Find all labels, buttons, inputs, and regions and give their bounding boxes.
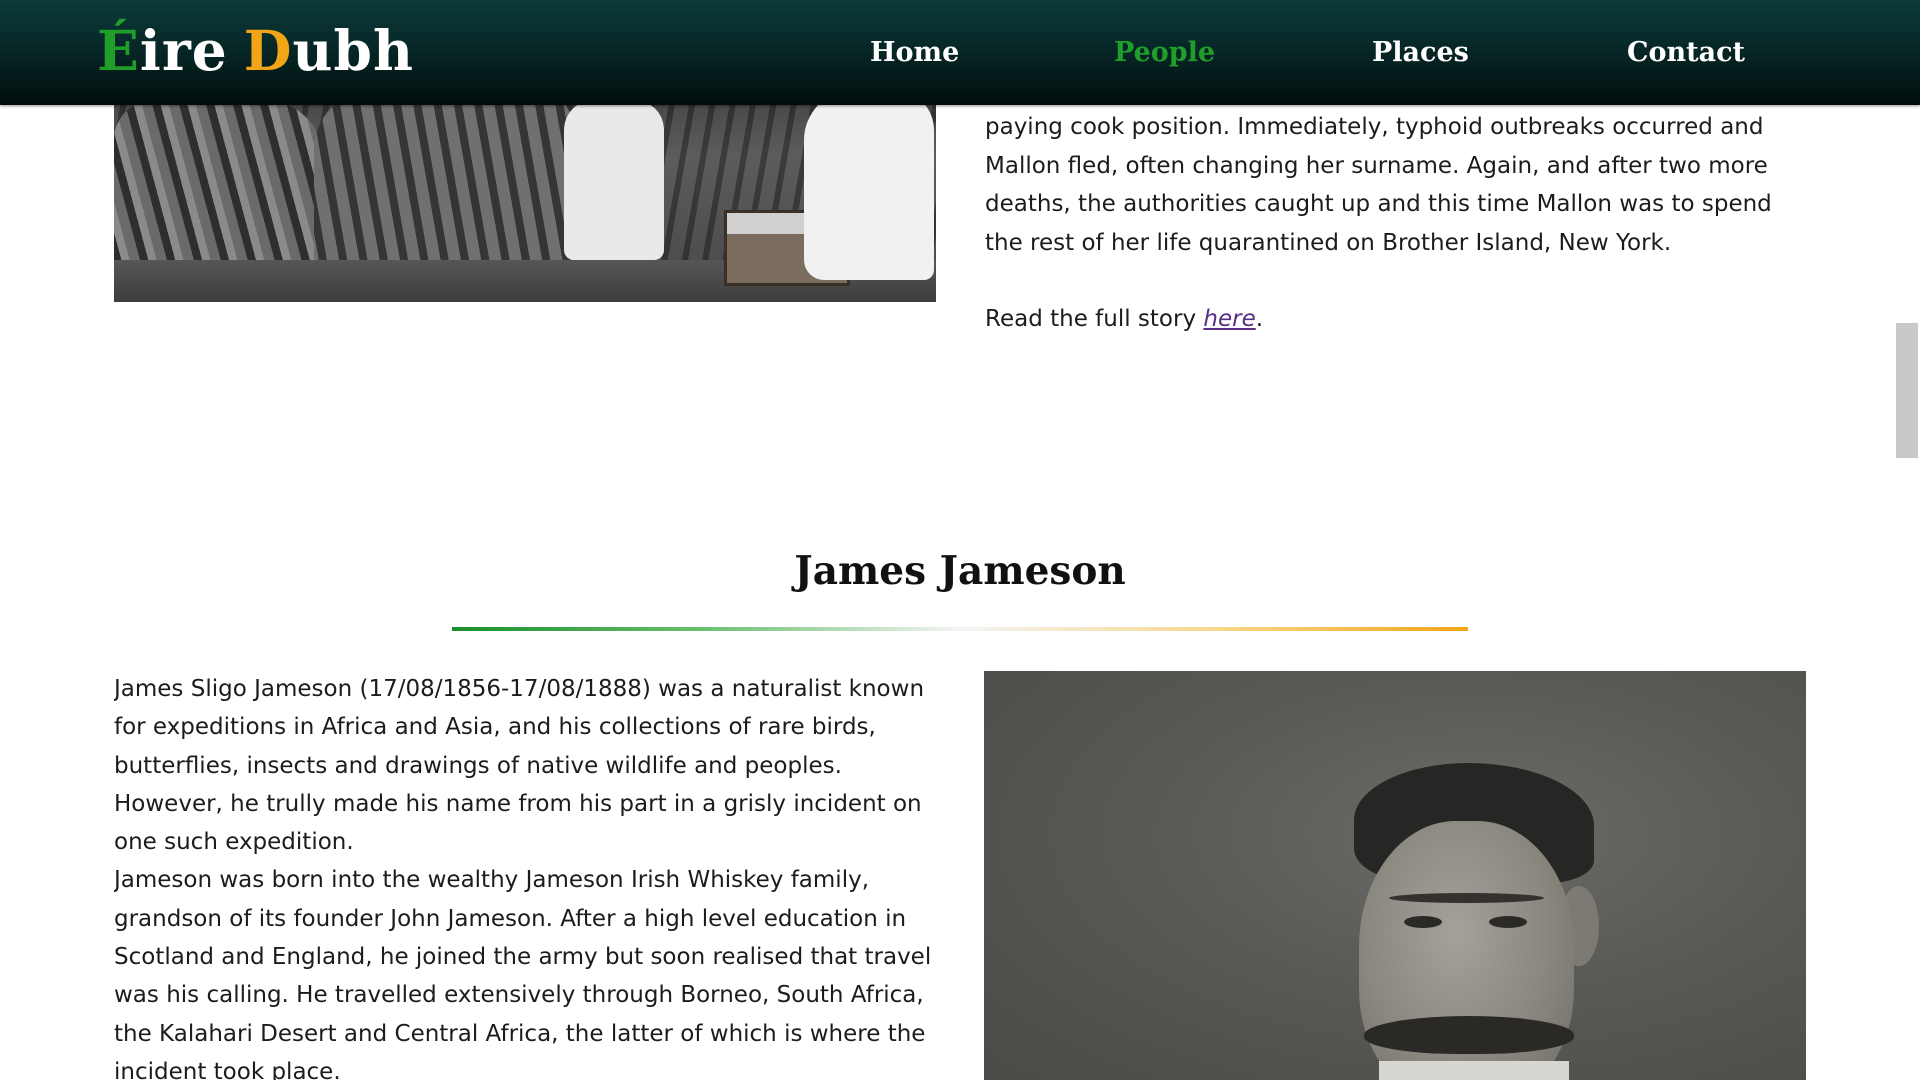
nav-home[interactable]: Home — [870, 0, 959, 105]
logo-word-ubh: ubh — [292, 17, 414, 83]
nav-contact[interactable]: Contact — [1627, 0, 1745, 105]
previous-article-text: paying cook position. Immediately, typho… — [985, 108, 1810, 262]
bio-paragraph-2: Jameson was born into the wealthy Jameso… — [114, 867, 932, 1080]
bio-paragraph-1: James Sligo Jameson (17/08/1856-17/08/18… — [114, 676, 925, 856]
nav-people[interactable]: People — [1114, 0, 1215, 105]
previous-article-paragraph: paying cook position. Immediately, typho… — [985, 114, 1772, 256]
scrollbar-thumb[interactable] — [1896, 323, 1918, 458]
read-more-prefix: Read the full story — [985, 306, 1204, 332]
title-divider — [452, 627, 1468, 631]
site-logo[interactable]: Éire Dubh — [97, 10, 414, 90]
logo-letter-e: É — [97, 17, 140, 83]
read-more-line: Read the full story here. — [985, 300, 1263, 339]
section-title: James Jameson — [794, 548, 1126, 594]
site-header: Éire Dubh Home People Places Contact — [0, 0, 1920, 105]
read-more-link[interactable]: here — [1203, 306, 1255, 332]
read-more-suffix: . — [1255, 306, 1264, 332]
logo-letter-d: D — [243, 17, 293, 83]
portrait-photo — [984, 671, 1806, 1080]
page: Éire Dubh Home People Places Contact payi… — [0, 0, 1920, 1080]
bio-text: James Sligo Jameson (17/08/1856-17/08/18… — [114, 670, 944, 1080]
nav-places[interactable]: Places — [1372, 0, 1469, 105]
logo-word-ire: ire — [139, 17, 228, 83]
